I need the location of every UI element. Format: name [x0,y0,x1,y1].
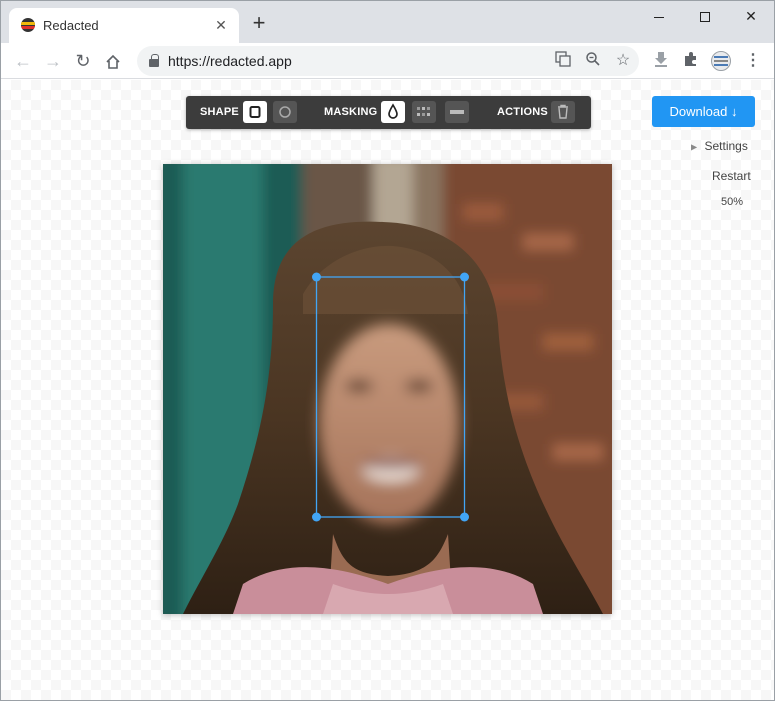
photo-illustration [163,164,612,614]
blur-mask-button[interactable] [381,101,405,123]
tab-title: Redacted [43,18,99,33]
home-icon[interactable] [99,47,127,75]
minimize-button[interactable] [636,1,682,31]
download-extension-icon[interactable] [651,51,671,71]
resize-handle [460,272,469,282]
pixelate-mask-button[interactable] [412,101,436,123]
settings-label: Settings [704,139,748,153]
url-text: https://redacted.app [168,53,292,69]
delete-button[interactable] [551,101,575,123]
image-canvas[interactable] [163,164,612,614]
trash-icon [558,104,568,119]
zoom-level: 50% [721,196,744,208]
download-button[interactable]: Download ↓ [652,96,755,127]
restart-link[interactable]: Restart [712,169,751,183]
lock-icon [149,54,159,67]
settings-toggle[interactable]: ▶ Settings [691,139,748,153]
rectangle-shape-button[interactable] [243,101,267,123]
redact-bar-mask-button[interactable] [445,101,469,123]
bookmark-star-icon[interactable]: ☆ [613,51,633,71]
resize-handle [312,272,321,282]
favicon-icon [21,18,35,32]
tab-strip: Redacted ✕ + ✕ [1,1,774,43]
masking-label: MASKING [324,106,378,118]
more-menu-icon[interactable]: ⋮ [743,51,763,71]
profile-avatar[interactable] [711,51,731,71]
editor-toolbar: SHAPE MASKING ACTIONS [186,96,591,129]
address-bar[interactable]: https://redacted.app ☆ [137,46,639,76]
browser-tab[interactable]: Redacted ✕ [9,8,239,43]
forward-icon[interactable]: → [39,47,67,75]
extensions-puzzle-icon[interactable] [681,51,701,71]
resize-handle [460,512,469,522]
browser-toolbar: ← → ↻ https://redacted.app ☆ ⋮ [1,43,774,79]
new-tab-icon[interactable]: + [247,12,271,36]
reload-icon[interactable]: ↻ [69,47,97,75]
actions-label: ACTIONS [497,106,548,118]
translate-icon[interactable] [553,51,573,71]
zoom-icon[interactable] [583,51,603,71]
page-content: SHAPE MASKING ACTIONS Download ↓ ▶ Setti… [1,80,774,700]
ellipse-shape-button[interactable] [273,101,297,123]
close-window-button[interactable]: ✕ [728,1,774,31]
resize-handle [312,512,321,522]
browser-window: Redacted ✕ + ✕ ← → ↻ https://redacted.ap… [0,0,775,701]
caret-right-icon: ▶ [691,142,698,152]
shape-label: SHAPE [200,106,239,118]
maximize-button[interactable] [682,1,728,31]
close-tab-icon[interactable]: ✕ [211,15,231,35]
back-icon[interactable]: ← [9,47,37,75]
